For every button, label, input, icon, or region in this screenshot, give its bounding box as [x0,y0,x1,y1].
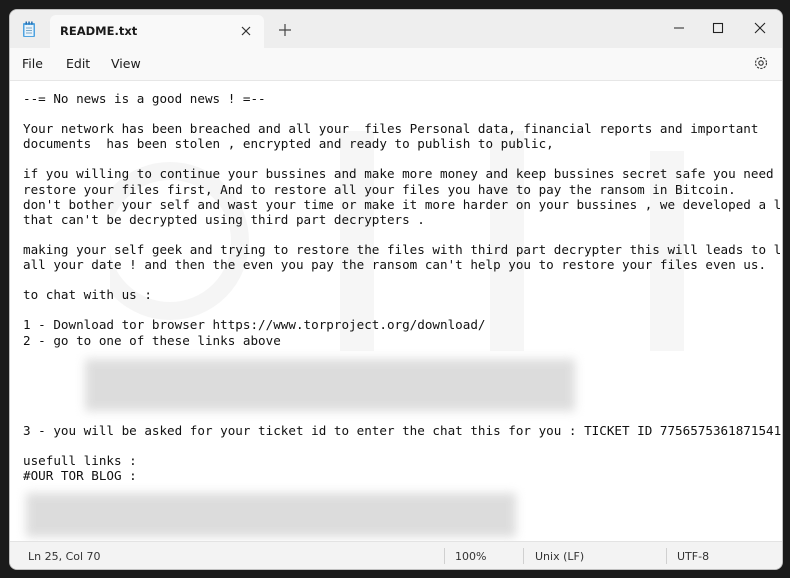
redacted-blog-link [26,493,516,537]
close-tab-icon[interactable] [238,23,254,39]
doc-line: --= No news is a good news ! =-- [23,91,266,106]
doc-line: making your self geek and trying to rest… [23,241,782,257]
doc-line: #OUR TOR BLOG : [23,468,137,484]
menu-view[interactable]: View [111,56,141,71]
doc-line: all your date ! and then the even you pa… [23,257,767,273]
gear-icon[interactable] [752,54,770,72]
doc-line: that can't be decrypted using third part… [23,211,425,227]
menu-edit[interactable]: Edit [66,56,90,71]
close-window-icon[interactable] [746,16,774,40]
title-bar: README.txt [10,10,782,49]
status-divider [523,548,524,564]
doc-line: Your network has been breached and all y… [23,121,759,137]
redacted-links-block [85,359,575,411]
tab-readme[interactable]: README.txt [50,15,264,49]
doc-line: 1 - Download tor browser https://www.tor… [23,317,486,333]
doc-line: usefull links : [23,453,137,469]
notepad-window: README.txt File Edit View --= No news is… [9,9,783,570]
status-bar: Ln 25, Col 70 100% Unix (LF) UTF-8 [10,541,782,569]
menu-bar: File Edit View [10,48,782,81]
doc-line: don't bother your self and wast your tim… [23,196,782,212]
doc-line: documents has been stolen , encrypted an… [23,136,554,152]
notepad-app-icon [23,21,35,37]
zoom-level[interactable]: 100% [455,550,486,563]
cursor-position: Ln 25, Col 70 [28,550,101,563]
maximize-icon[interactable] [704,16,732,40]
minimize-icon[interactable] [665,16,693,40]
encoding[interactable]: UTF-8 [677,550,709,563]
doc-line: to chat with us : [23,287,152,303]
line-ending[interactable]: Unix (LF) [535,550,584,563]
document-text: --= No news is a good news ! =-- Your ne… [23,91,782,483]
status-divider [666,548,667,564]
new-tab-icon[interactable] [278,23,292,37]
doc-line: restore your files first, And to restore… [23,181,736,197]
doc-line: if you willing to continue your bussines… [23,166,782,182]
doc-line: 3 - you will be asked for your ticket id… [23,423,782,439]
menu-file[interactable]: File [22,56,43,71]
status-divider [444,548,445,564]
doc-line: 2 - go to one of these links above [23,332,281,348]
tab-title: README.txt [60,24,138,38]
text-editor[interactable]: --= No news is a good news ! =-- Your ne… [10,81,782,541]
